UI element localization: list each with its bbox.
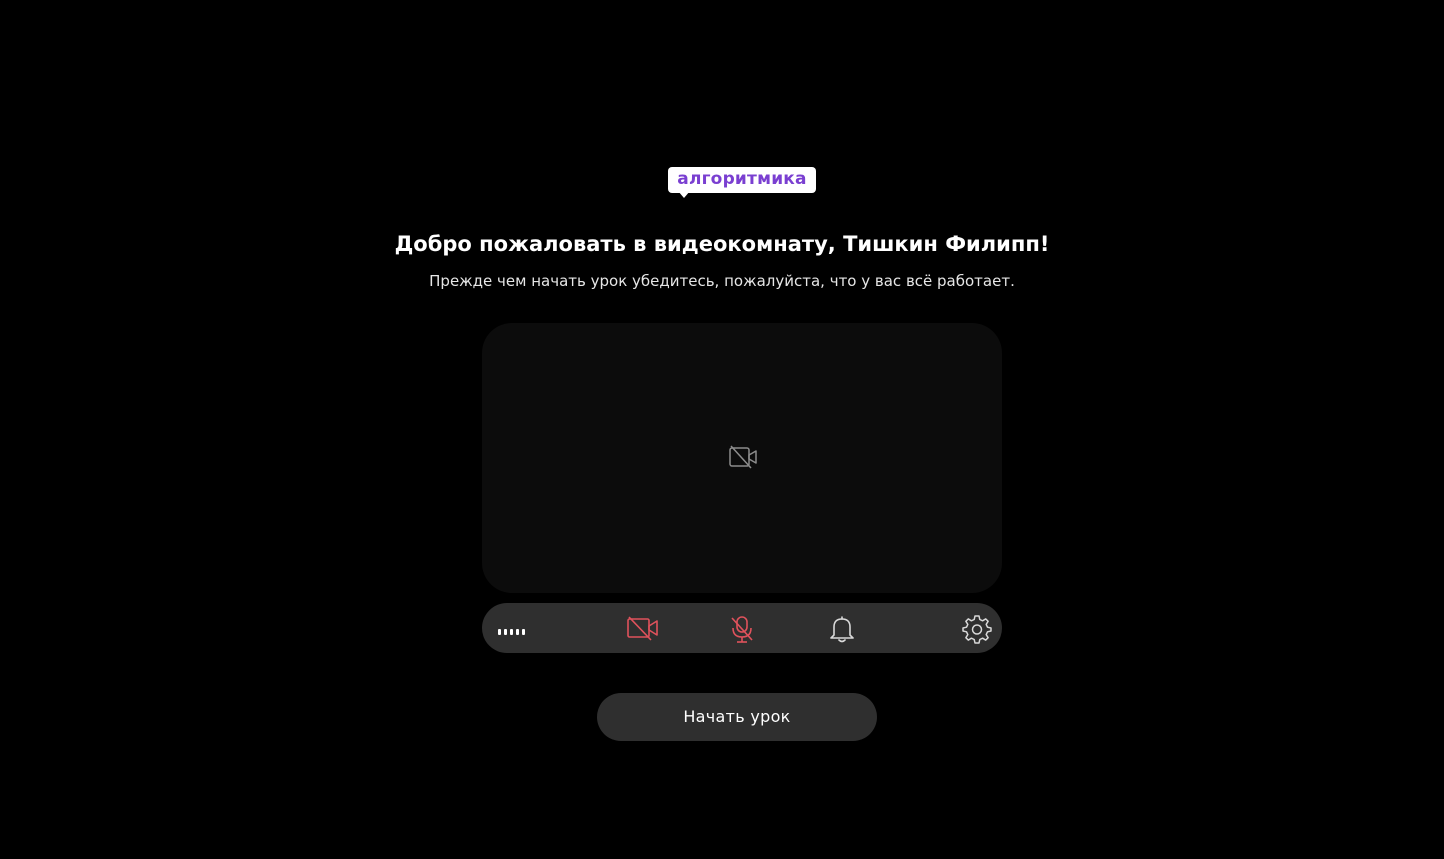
audio-level-bar xyxy=(522,629,525,635)
start-lesson-button[interactable]: Начать урок xyxy=(597,693,877,741)
camera-off-icon xyxy=(627,616,658,641)
microphone-toggle-button[interactable] xyxy=(727,614,757,644)
microphone-off-icon xyxy=(731,616,753,643)
camera-preview xyxy=(482,323,1002,593)
sound-check-button[interactable] xyxy=(828,614,856,644)
audio-level-bar xyxy=(510,629,513,635)
audio-level-bar xyxy=(504,629,507,635)
camera-toggle-button[interactable] xyxy=(626,614,660,642)
settings-button[interactable] xyxy=(962,614,992,644)
device-toolbar xyxy=(482,603,1002,653)
gear-icon xyxy=(962,615,992,644)
audio-level-bar xyxy=(516,629,519,635)
welcome-subtitle: Прежде чем начать урок убедитесь, пожалу… xyxy=(429,272,1015,290)
camera-off-icon xyxy=(729,445,757,469)
bell-icon xyxy=(830,616,854,643)
logo-tail xyxy=(678,191,690,198)
welcome-title: Добро пожаловать в видеокомнату, Тишкин … xyxy=(394,232,1050,256)
brand-logo: алгоритмика xyxy=(668,167,816,193)
audio-level-bar xyxy=(498,629,501,635)
audio-level-indicator xyxy=(498,621,532,635)
